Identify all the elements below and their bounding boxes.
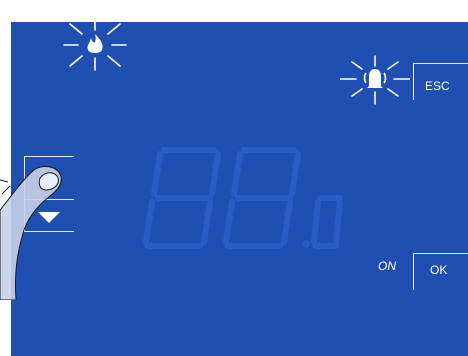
flame-icon [63,19,127,71]
finger-illustration [0,166,62,300]
on-status-label: ON [378,259,396,273]
ok-button-label: OK [430,263,448,277]
esc-button-label: ESC [425,79,450,93]
alarm-bell-icon [340,55,410,105]
seven-segment-display [143,147,343,249]
